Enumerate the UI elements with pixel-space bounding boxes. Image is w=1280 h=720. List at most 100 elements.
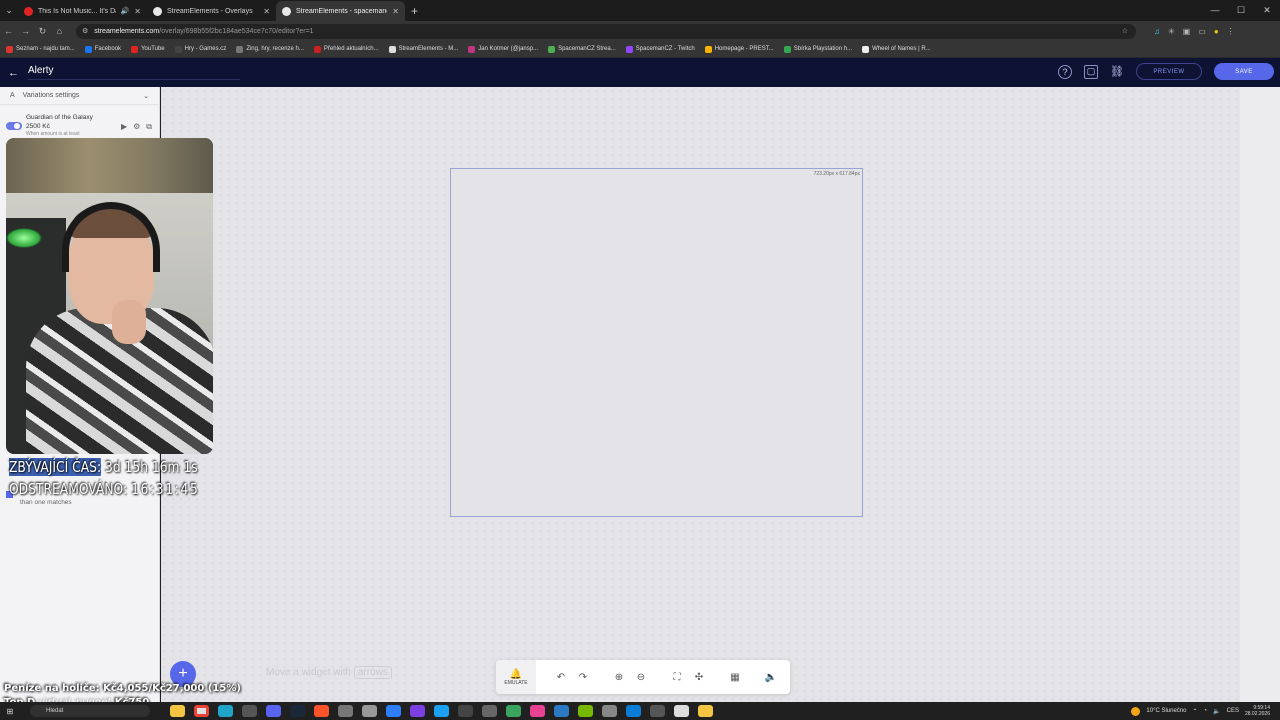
edge-icon[interactable] [218,705,233,717]
back-arrow-icon[interactable]: ← [8,67,22,79]
chevron-down-icon[interactable]: ⌄ [143,92,149,100]
copy-icon[interactable]: ⧉ [146,122,152,132]
app-icon[interactable] [506,705,521,717]
screen-share-icon[interactable]: ▢ [1084,64,1098,79]
bookmark-item[interactable]: Homepage - PREST... [704,45,774,53]
zoom-in-icon[interactable]: ⊕ [608,660,630,694]
discord-icon[interactable] [266,705,281,717]
app-icon[interactable] [434,705,449,717]
close-tab-icon[interactable]: ✕ [134,7,141,16]
variation-item[interactable]: Guardian of the Galaxy 2500 Kč When amou… [6,113,156,137]
app-icon[interactable] [626,705,641,717]
tab-streamelements-editor[interactable]: StreamElements - spacemancz ✕ [276,1,405,21]
puzzle-icon[interactable]: ▣ [1183,27,1191,36]
bookmark-label: YouTube [141,46,165,52]
bookmark-item[interactable]: Jan Kotmer (@jansp... [468,45,538,53]
close-tab-icon[interactable]: ✕ [263,7,270,16]
app-icon[interactable] [362,705,377,717]
app-icon[interactable] [602,705,617,717]
bookmark-item[interactable]: YouTube [131,45,165,53]
zoom-out-icon[interactable]: ⊖ [630,660,652,694]
steam-icon[interactable] [290,705,305,717]
app-icon[interactable] [386,705,401,717]
volume-icon[interactable]: 🔈 [760,660,782,694]
home-icon[interactable]: ⌂ [51,26,68,36]
app-icon[interactable] [650,705,665,717]
site-info-icon[interactable]: ⚙ [82,27,88,35]
save-button[interactable]: SAVE [1214,63,1274,80]
bookmark-item[interactable]: Hry - Games.cz [174,45,226,53]
back-arrow-icon[interactable]: ← [0,26,17,36]
bookmark-item[interactable]: Sbírka Playstation h... [783,45,852,53]
wifi-icon[interactable]: ◔ [1204,708,1208,714]
profile-icon[interactable]: ● [1214,27,1219,36]
bookmark-favicon-icon [6,45,13,53]
streamed-value: 16:31:45 [131,480,200,498]
tab-youtube[interactable]: This Is Not Music... It's Dar 🔊 ✕ [18,1,147,21]
app-icon[interactable] [578,705,593,717]
url-path: /overlay/698b55f2bc184ae534ce7c70/editor… [159,27,314,35]
reload-icon[interactable]: ↻ [34,26,51,37]
close-window-icon[interactable]: ✕ [1254,0,1280,20]
chrome-icon[interactable] [194,705,209,717]
new-tab-button[interactable]: + [411,1,418,21]
app-icon[interactable] [410,705,425,717]
language-indicator[interactable]: CES [1227,708,1239,714]
app-icon[interactable] [674,705,689,717]
extension-icon[interactable]: ✳ [1168,27,1175,36]
app-icon[interactable] [458,705,473,717]
gear-icon[interactable]: ⚙ [133,122,140,132]
variations-settings-header[interactable]: A Variations settings ⌄ [0,87,159,105]
bookmark-item[interactable]: Přehled aktualních... [313,45,379,53]
redo-icon[interactable]: ↷ [572,660,594,694]
tab-streamelements-overlays[interactable]: StreamElements - Overlays ✕ [147,1,276,21]
link-icon[interactable]: ⛓ [1110,65,1124,79]
file-explorer-icon[interactable] [170,705,185,717]
play-icon[interactable]: ▶ [121,122,127,132]
close-tab-icon[interactable]: ✕ [392,7,399,16]
obs-icon[interactable] [242,705,257,717]
fit-screen-icon[interactable]: ⛶ [666,660,688,694]
sidebar-icon[interactable]: ▭ [1198,27,1206,36]
bookmark-item[interactable]: Wheel of Names | R... [862,45,931,53]
app-icon[interactable] [530,705,545,717]
taskbar-apps [170,705,713,717]
app-icon[interactable] [554,705,569,717]
bookmark-item[interactable]: Zing, hry, recenze h... [236,45,304,53]
speaker-icon[interactable]: 🔊 [121,7,130,15]
weather-text[interactable]: 10°C Slunečno [1146,708,1186,714]
bookmark-favicon-icon [236,45,244,53]
maximize-icon[interactable]: ☐ [1228,0,1254,20]
tray-chevron-icon[interactable]: ⌃ [1192,708,1197,715]
grid-icon[interactable]: ▦ [724,660,746,694]
speaker-icon[interactable]: 🔈 [1213,708,1220,715]
url-input[interactable]: ⚙ streamelements.com/overlay/698b55f2bc1… [76,23,1136,39]
taskbar-search[interactable]: Hledat [30,705,150,717]
bookmark-favicon-icon [862,45,870,53]
bookmark-item[interactable]: SpacemanCZ Strea... [548,45,616,53]
windows-start-icon[interactable]: ⊞ [0,707,20,716]
bookmark-label: Wheel of Names | R... [872,46,931,52]
bookmark-item[interactable]: Facebook [84,45,121,53]
bookmark-item[interactable]: Seznam - najdu tam... [6,45,75,53]
forward-arrow-icon[interactable]: → [17,26,34,36]
minimize-icon[interactable]: — [1202,0,1228,20]
bookmark-star-icon[interactable]: ☆ [1122,27,1128,35]
emulate-button[interactable]: 🔔 EMULATE [496,660,536,694]
bookmark-item[interactable]: StreamElements - M... [388,45,458,53]
menu-icon[interactable]: ⋮ [1227,27,1235,36]
app-icon[interactable] [338,705,353,717]
help-icon[interactable]: ? [1058,64,1072,79]
brave-icon[interactable] [314,705,329,717]
variation-toggle[interactable] [6,122,22,130]
undo-icon[interactable]: ↶ [550,660,572,694]
app-icon[interactable] [698,705,713,717]
tab-search-chevron-icon[interactable]: ⌄ [0,0,18,21]
preview-button[interactable]: PREVIEW [1136,63,1202,80]
bookmark-item[interactable]: SpacemanCZ - Twitch [625,45,695,53]
collapse-icon[interactable]: ✣ [688,660,710,694]
extension-icon[interactable]: ♫ [1154,27,1160,36]
overlay-stage[interactable]: 723.20px x 617.84px [450,168,863,517]
clock[interactable]: 9:59:14 28.02.2026 [1245,705,1270,717]
app-icon[interactable] [482,705,497,717]
